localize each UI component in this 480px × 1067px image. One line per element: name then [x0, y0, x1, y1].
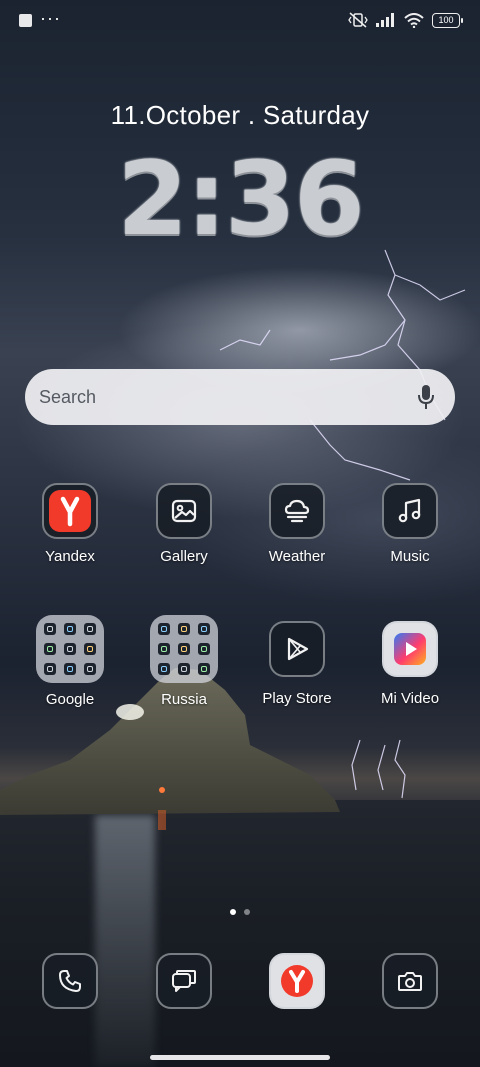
folder-mini-app: [178, 643, 190, 655]
folder-mini-app: [198, 663, 210, 675]
app-label: Play Store: [262, 690, 332, 707]
yandex-browser-icon[interactable]: [269, 953, 325, 1009]
app-yandex[interactable]: Yandex: [20, 483, 120, 565]
wallpaper-reflection: [95, 815, 155, 1067]
folder-mini-app: [44, 643, 56, 655]
folder-mini-app: [178, 623, 190, 635]
folder-mini-app: [64, 643, 76, 655]
status-bar: ··· 100: [0, 0, 480, 42]
app-weather[interactable]: Weather: [247, 483, 347, 565]
app-gallery[interactable]: Gallery: [134, 483, 234, 565]
dock-phone[interactable]: [20, 953, 120, 1009]
app-label: Weather: [268, 548, 326, 565]
folder-mini-app: [44, 663, 56, 675]
page-dot: [244, 909, 250, 915]
app-music[interactable]: Music: [360, 483, 460, 565]
folder-google[interactable]: Google: [20, 615, 120, 708]
app-label: Yandex: [45, 548, 95, 565]
wallpaper-sea: [0, 800, 480, 1067]
page-dot-active: [230, 909, 236, 915]
app-label: Mi Video: [380, 690, 440, 707]
app-label: Google: [45, 691, 95, 708]
folder-mini-app: [198, 643, 210, 655]
dock-yandex-browser[interactable]: [247, 953, 347, 1009]
folder-mini-app: [198, 623, 210, 635]
app-label: Russia: [161, 691, 207, 708]
clock-time[interactable]: 2:36: [0, 140, 480, 259]
wifi-icon: [404, 12, 424, 28]
gallery-icon[interactable]: [156, 483, 212, 539]
notification-square-icon: [19, 14, 32, 27]
page-indicator: [0, 909, 480, 915]
dock-messages[interactable]: [134, 953, 234, 1009]
mic-icon[interactable]: [417, 384, 435, 410]
folder-icon[interactable]: [36, 615, 104, 683]
music-icon[interactable]: [382, 483, 438, 539]
vibrate-off-icon: [348, 12, 368, 28]
yandex-icon[interactable]: [42, 483, 98, 539]
app-play-store[interactable]: Play Store: [247, 621, 347, 707]
more-dots-icon: ···: [40, 8, 61, 28]
folder-mini-app: [84, 643, 96, 655]
search-placeholder[interactable]: Search: [39, 387, 417, 408]
folder-mini-app: [44, 623, 56, 635]
home-gesture-bar[interactable]: [150, 1055, 330, 1060]
folder-russia[interactable]: Russia: [134, 615, 234, 708]
folder-mini-app: [84, 623, 96, 635]
folder-mini-app: [158, 623, 170, 635]
dock-camera[interactable]: [360, 953, 460, 1009]
mi-video-icon[interactable]: [382, 621, 438, 677]
battery-icon: 100: [432, 12, 463, 28]
folder-mini-app: [84, 663, 96, 675]
app-mi-video[interactable]: Mi Video: [360, 621, 460, 707]
app-label: Music: [390, 548, 430, 565]
folder-mini-app: [64, 663, 76, 675]
camera-icon[interactable]: [382, 953, 438, 1009]
folder-icon[interactable]: [150, 615, 218, 683]
folder-mini-app: [64, 623, 76, 635]
folder-mini-app: [158, 643, 170, 655]
phone-icon[interactable]: [42, 953, 98, 1009]
play-store-icon[interactable]: [269, 621, 325, 677]
date-label[interactable]: 11.October . Saturday: [0, 100, 480, 131]
app-label: Gallery: [160, 548, 208, 565]
folder-mini-app: [178, 663, 190, 675]
search-bar[interactable]: Search: [25, 369, 455, 425]
status-icons: 100: [348, 12, 463, 28]
weather-icon[interactable]: [269, 483, 325, 539]
folder-mini-app: [158, 663, 170, 675]
messages-icon[interactable]: [156, 953, 212, 1009]
signal-icon: [376, 13, 394, 27]
